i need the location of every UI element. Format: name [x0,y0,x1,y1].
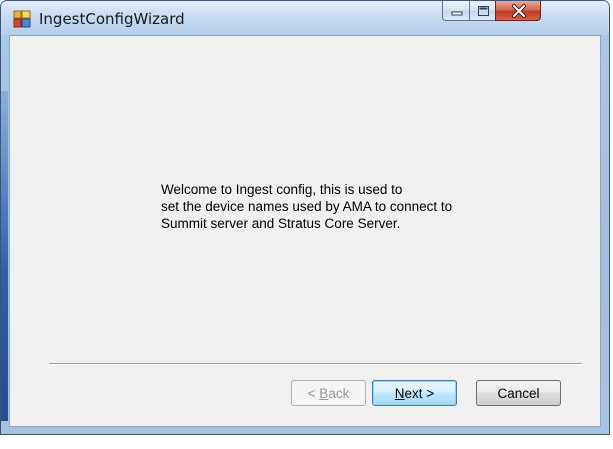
next-button-label: Next > [394,385,435,401]
welcome-message: Welcome to Ingest config, this is used t… [161,181,452,232]
app-icon[interactable] [13,10,31,28]
cancel-button[interactable]: Cancel [476,380,561,406]
wizard-window: IngestConfigWizard Welcome to Ingest con… [0,0,610,435]
close-button[interactable] [495,1,541,21]
welcome-line: set the device names used by AMA to conn… [161,199,453,214]
title-bar[interactable]: IngestConfigWizard [1,1,609,35]
back-button[interactable]: < Back [291,380,366,406]
back-button-label: < Back [307,385,350,401]
button-separator [49,363,582,365]
maximize-icon [478,6,489,16]
window-title: IngestConfigWizard [39,10,185,28]
maximize-button[interactable] [469,1,496,21]
minimize-button[interactable] [442,1,470,21]
minimize-icon [451,11,463,16]
welcome-line: Summit server and Stratus Core Server. [161,216,401,231]
close-icon [512,4,526,18]
cancel-button-label: Cancel [497,385,540,401]
welcome-line: Welcome to Ingest config, this is used t… [161,182,403,197]
window-frame-left [1,91,8,421]
wizard-client-area: Welcome to Ingest config, this is used t… [9,35,601,427]
next-button[interactable]: Next > [372,380,457,406]
